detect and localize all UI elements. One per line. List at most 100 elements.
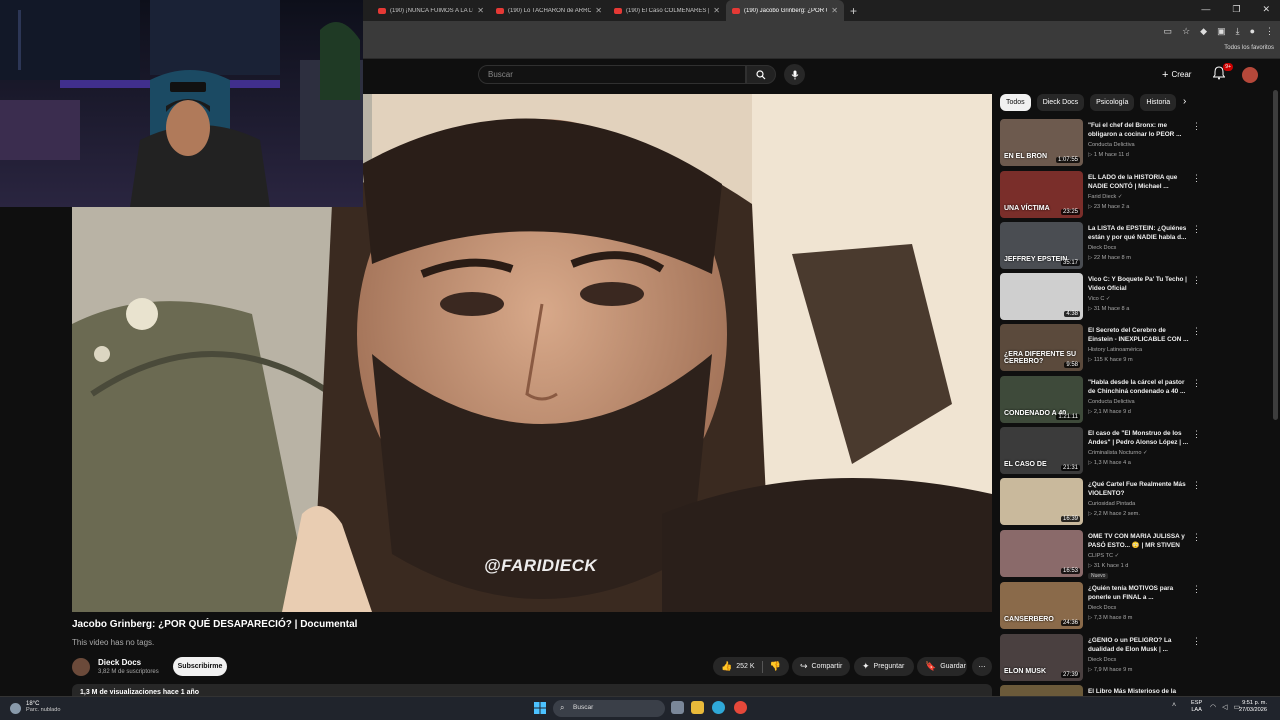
share-button[interactable]: ↪ Compartir bbox=[792, 657, 850, 676]
video-thumbnail[interactable]: 4:38 bbox=[1000, 273, 1083, 320]
chip-dieck-docs[interactable]: Dieck Docs bbox=[1036, 94, 1085, 111]
task-view-icon[interactable] bbox=[671, 701, 684, 714]
edge-browser-icon[interactable] bbox=[712, 701, 725, 714]
save-button[interactable]: 🔖 Guardar bbox=[917, 657, 967, 676]
language-indicator[interactable]: ESP LAA bbox=[1191, 700, 1202, 715]
create-button[interactable]: + Crear bbox=[1162, 66, 1204, 83]
video-thumbnail[interactable]: UNA VÍCTIMA 23:25 bbox=[1000, 171, 1083, 218]
recommendation-title[interactable]: "Fui el chef del Bronx: me obligaron a c… bbox=[1088, 121, 1192, 140]
recommendation-item[interactable]: ¿ERA DIFERENTE SU CEREBRO? 9:58 El Secreto… bbox=[1000, 324, 1272, 372]
voice-search-button[interactable] bbox=[784, 64, 805, 85]
more-options-icon[interactable]: ⋮ bbox=[1192, 378, 1201, 389]
more-options-icon[interactable]: ⋮ bbox=[1192, 480, 1201, 491]
recommendation-item[interactable]: UNA VÍCTIMA 23:25 EL LADO de la HISTORIA q… bbox=[1000, 171, 1272, 219]
recommendation-item[interactable]: JEFFREY EPSTEIN 35:17 La LISTA de EPSTEIN:… bbox=[1000, 222, 1272, 270]
puzzle-icon[interactable]: ▣ bbox=[1217, 26, 1226, 37]
browser-tab[interactable]: (190) ¡NUNCA FUIMOS A LA LUNA! ✕ bbox=[372, 0, 490, 21]
more-options-icon[interactable]: ⋮ bbox=[1192, 584, 1201, 595]
recommendation-channel[interactable]: Dieck Docs bbox=[1088, 605, 1116, 611]
recommendation-channel[interactable]: History Latinoamérica bbox=[1088, 347, 1142, 353]
recommendation-item[interactable]: 4:38 Vico C: Y Boquete Pa' Tu Techo | Vid… bbox=[1000, 273, 1272, 321]
browser-menu-icon[interactable]: ⋮ bbox=[1265, 26, 1274, 37]
recommendation-title[interactable]: La LISTA de EPSTEIN: ¿Quiénes están y po… bbox=[1088, 224, 1192, 243]
bookmark-star-icon[interactable]: ☆ bbox=[1182, 26, 1190, 37]
more-actions-button[interactable]: ⋯ bbox=[972, 657, 992, 676]
chip-historia[interactable]: Historia bbox=[1140, 94, 1177, 111]
chip-psicologia[interactable]: Psicología bbox=[1090, 94, 1135, 111]
recommendation-title[interactable]: ¿GENIO o un PELIGRO? La dualidad de Elon… bbox=[1088, 636, 1192, 655]
recommendation-channel[interactable]: Vico C ✓ bbox=[1088, 296, 1111, 302]
more-options-icon[interactable]: ⋮ bbox=[1192, 275, 1201, 286]
downloads-icon[interactable]: ⤓ bbox=[1236, 26, 1240, 37]
recommendation-channel[interactable]: CLIPS TC ✓ bbox=[1088, 553, 1119, 559]
channel-avatar[interactable] bbox=[72, 658, 90, 676]
wifi-icon[interactable]: ◠ bbox=[1210, 703, 1216, 711]
new-tab-button[interactable]: + bbox=[850, 4, 857, 18]
minimize-button[interactable]: — bbox=[1201, 4, 1210, 15]
recommendation-item[interactable]: 16:53 OME TV CON MARIA JULISSA y PASÓ EST… bbox=[1000, 530, 1272, 579]
thumbs-up-icon[interactable]: 👍 bbox=[721, 661, 732, 672]
recommendation-item[interactable]: ELON MUSK 27:39 ¿GENIO o un PELIGRO? La du… bbox=[1000, 634, 1272, 682]
recommendation-title[interactable]: Vico C: Y Boquete Pa' Tu Techo | Video O… bbox=[1088, 275, 1192, 294]
more-options-icon[interactable]: ⋮ bbox=[1192, 173, 1201, 184]
thumbs-down-icon[interactable]: 👎 bbox=[770, 661, 781, 672]
browser-tab-active[interactable]: (190) Jacobo Grinberg: ¿POR QUÉ... ✕ bbox=[726, 0, 844, 21]
video-thumbnail[interactable]: ¿ERA DIFERENTE SU CEREBRO? 9:58 bbox=[1000, 324, 1083, 371]
recommendation-channel[interactable]: Criminalista Nocturno ✓ bbox=[1088, 450, 1148, 456]
video-thumbnail[interactable]: JEFFREY EPSTEIN 35:17 bbox=[1000, 222, 1083, 269]
file-explorer-icon[interactable] bbox=[691, 701, 704, 714]
notifications-button[interactable]: 9+ bbox=[1212, 63, 1233, 82]
recommendation-channel[interactable]: Conducta Delictiva bbox=[1088, 142, 1135, 148]
video-thumbnail[interactable]: CANSERBERO 24:36 bbox=[1000, 582, 1083, 629]
recommendation-channel[interactable]: Dieck Docs bbox=[1088, 245, 1116, 251]
more-options-icon[interactable]: ⋮ bbox=[1192, 429, 1201, 440]
recommendation-channel[interactable]: Curiosidad Pintada bbox=[1088, 501, 1135, 507]
close-icon[interactable]: ✕ bbox=[477, 6, 484, 15]
all-bookmarks-link[interactable]: Todos los favoritos bbox=[1224, 45, 1274, 51]
recommendation-title[interactable]: ¿Quién tenía MOTIVOS para ponerle un FIN… bbox=[1088, 584, 1192, 603]
recommendation-title[interactable]: El caso de "El Monstruo de los Andes" | … bbox=[1088, 429, 1192, 448]
browser-tab[interactable]: (190) El Caso COLMENARES | El... ✕ bbox=[608, 0, 726, 21]
account-avatar[interactable] bbox=[1242, 67, 1258, 83]
video-thumbnail[interactable]: ELON MUSK 27:39 bbox=[1000, 634, 1083, 681]
chrome-browser-icon[interactable] bbox=[734, 701, 747, 714]
video-thumbnail[interactable]: CONDENADO A 40 1:21:11 bbox=[1000, 376, 1083, 423]
recommendation-title[interactable]: "Habla desde la cárcel el pastor de Chin… bbox=[1088, 378, 1192, 397]
recommendation-channel[interactable]: Conducta Delictiva bbox=[1088, 399, 1135, 405]
more-options-icon[interactable]: ⋮ bbox=[1192, 636, 1201, 647]
video-thumbnail[interactable]: 16:39 bbox=[1000, 478, 1083, 525]
recommendation-title[interactable]: ¿Qué Cartel Fue Realmente Más VIOLENTO? bbox=[1088, 480, 1192, 499]
chevron-up-icon[interactable]: ˄ bbox=[1172, 702, 1176, 709]
recommendation-item[interactable]: CANSERBERO 24:36 ¿Quién tenía MOTIVOS para… bbox=[1000, 582, 1272, 630]
windows-start-icon[interactable] bbox=[534, 702, 546, 714]
more-options-icon[interactable]: ⋮ bbox=[1192, 224, 1201, 235]
taskbar-search[interactable]: ⌕ Buscar bbox=[553, 700, 665, 717]
recommendation-title[interactable]: EL LADO de la HISTORIA que NADIE CONTÓ |… bbox=[1088, 173, 1192, 192]
clock[interactable]: 9:51 p. m. 27/03/2026 bbox=[1239, 700, 1267, 715]
recommendation-channel[interactable]: Farid Dieck ✓ bbox=[1088, 194, 1123, 200]
recommendation-title[interactable]: OME TV CON MARIA JULISSA y PASÓ ESTO... … bbox=[1088, 532, 1192, 551]
recommendation-item[interactable]: EL CASO DE 21:31 El caso de "El Monstruo d… bbox=[1000, 427, 1272, 475]
more-options-icon[interactable]: ⋮ bbox=[1192, 326, 1201, 337]
channel-name[interactable]: Dieck Docs bbox=[98, 658, 141, 667]
sidebar-scrollbar[interactable] bbox=[1273, 90, 1278, 420]
profile-icon[interactable]: ● bbox=[1250, 26, 1255, 37]
volume-icon[interactable]: ◁ bbox=[1222, 703, 1227, 711]
recommendation-item[interactable]: EN EL BRON 1:07:55 "Fui el chef del Bronx:… bbox=[1000, 119, 1272, 167]
search-button[interactable] bbox=[746, 65, 776, 84]
video-thumbnail[interactable]: 16:53 bbox=[1000, 530, 1083, 577]
recommendation-item[interactable]: CONDENADO A 40 1:21:11 "Habla desde la cár… bbox=[1000, 376, 1272, 424]
cast-icon[interactable]: ▭ bbox=[1164, 26, 1173, 37]
more-options-icon[interactable]: ⋮ bbox=[1192, 121, 1201, 132]
maximize-button[interactable]: ❐ bbox=[1232, 4, 1240, 15]
recommendation-item[interactable]: 16:39 ¿Qué Cartel Fue Realmente Más VIOLE… bbox=[1000, 478, 1272, 526]
search-input[interactable]: Buscar bbox=[478, 65, 746, 84]
recommendation-title[interactable]: El Libro Más Misterioso de la bbox=[1088, 687, 1192, 696]
weather-widget[interactable]: 18°C Parc. nublado bbox=[10, 701, 61, 714]
like-count[interactable]: 252 K bbox=[736, 663, 754, 670]
chip-todos[interactable]: Todos bbox=[1000, 94, 1031, 111]
video-thumbnail[interactable]: EL CASO DE 21:31 bbox=[1000, 427, 1083, 474]
close-icon[interactable]: ✕ bbox=[595, 6, 602, 15]
browser-tab[interactable]: (190) Lo TACHARON de ARROGANTE ✕ bbox=[490, 0, 608, 21]
extension-icon[interactable]: ◆ bbox=[1200, 26, 1207, 37]
